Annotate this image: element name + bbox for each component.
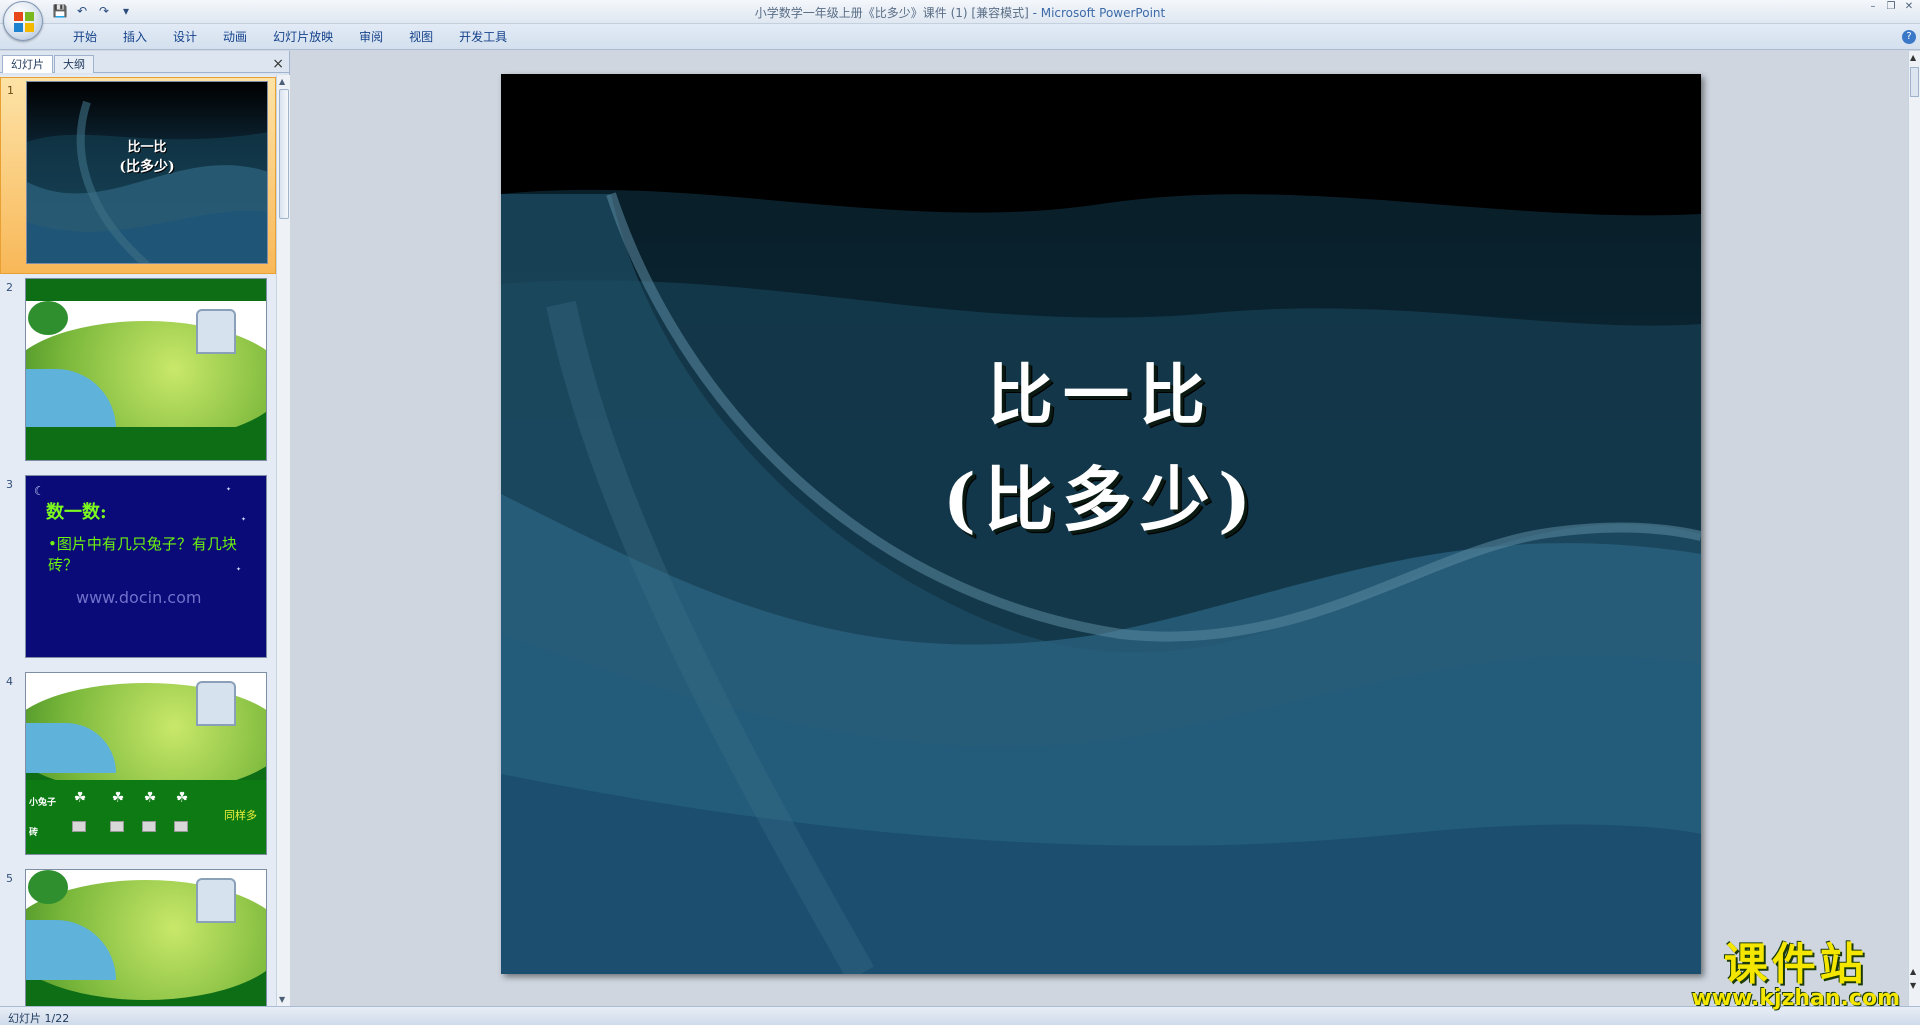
rabbit-icon: ☘ bbox=[111, 790, 125, 806]
restore-icon[interactable]: ❐ bbox=[1884, 1, 1898, 13]
scroll-up-icon[interactable]: ▲ bbox=[1910, 53, 1916, 62]
thumbnail-list: 1 比一比 (比多少) 2 3 ✦ ✦ ✦ ☾ 数一数: •图片中有几只兔子？有… bbox=[0, 75, 276, 1006]
site-watermark-logo: 课件站 www.kjzhan.com bbox=[1691, 928, 1900, 1011]
thumb1-line2: (比多少) bbox=[119, 159, 175, 175]
previous-slide-icon[interactable]: ▲ bbox=[1910, 967, 1916, 976]
scene-tower bbox=[196, 309, 236, 354]
brick-icon bbox=[72, 821, 86, 832]
slide-thumbnail-2[interactable]: 2 bbox=[0, 275, 276, 472]
editor-scrollbar[interactable]: ▲ ▲ ▼ bbox=[1908, 51, 1920, 1006]
tab-insert[interactable]: 插入 bbox=[110, 29, 160, 45]
tab-outline[interactable]: 大纲 bbox=[54, 55, 94, 73]
slide-number: 4 bbox=[6, 675, 13, 688]
slides-pane: 幻灯片 大纲 × 1 比一比 (比多少) 2 3 ✦ ✦ ✦ ☾ 数一数: •图… bbox=[0, 51, 290, 1006]
watermark-url: www.kjzhan.com bbox=[1691, 986, 1900, 1011]
thumbnail-scrollbar[interactable]: ▲ ▼ bbox=[276, 75, 290, 1006]
thumbnail-image: 小兔子 砖 ☘ ☘ ☘ ☘ 同样多 bbox=[25, 672, 267, 855]
title-bar: 💾 ↶ ↷ ▾ 小学数学一年级上册《比多少》课件 (1) [兼容模式] - Mi… bbox=[0, 0, 1920, 24]
slide-number: 3 bbox=[6, 478, 13, 491]
watermark-name: 课件站 bbox=[1723, 939, 1868, 990]
office-button[interactable] bbox=[3, 1, 43, 41]
pane-tabs: 幻灯片 大纲 × bbox=[0, 53, 290, 73]
rabbit-icon: ☘ bbox=[73, 790, 87, 806]
label-brick: 砖 bbox=[29, 828, 39, 838]
rabbit-icon: ☘ bbox=[143, 790, 157, 806]
tab-slides[interactable]: 幻灯片 bbox=[2, 55, 53, 73]
pane-close-icon[interactable]: × bbox=[272, 56, 284, 72]
tab-home[interactable]: 开始 bbox=[60, 29, 110, 45]
ribbon-tabs-bar: 开始 插入 设计 动画 幻灯片放映 审阅 视图 开发工具 ? bbox=[0, 24, 1920, 50]
minimize-icon[interactable]: – bbox=[1866, 1, 1880, 13]
tab-review[interactable]: 审阅 bbox=[346, 29, 396, 45]
star-icon: ✦ bbox=[241, 516, 247, 523]
brick-icon bbox=[142, 821, 156, 832]
scroll-up-icon[interactable]: ▲ bbox=[279, 77, 285, 86]
slide-thumbnail-4[interactable]: 4 小兔子 砖 ☘ ☘ ☘ ☘ 同样多 bbox=[0, 669, 276, 866]
tab-developer[interactable]: 开发工具 bbox=[446, 29, 520, 45]
tab-animations[interactable]: 动画 bbox=[210, 29, 260, 45]
window-controls: – ❐ ✕ bbox=[1866, 1, 1916, 13]
rabbit-icon: ☘ bbox=[175, 790, 189, 806]
thumb1-line1: 比一比 bbox=[127, 140, 167, 155]
next-slide-icon[interactable]: ▼ bbox=[1910, 981, 1916, 990]
scene-tower bbox=[196, 681, 236, 726]
label-rabbit: 小兔子 bbox=[29, 798, 57, 808]
slide-thumbnail-1[interactable]: 1 比一比 (比多少) bbox=[0, 77, 276, 274]
app-name: - Microsoft PowerPoint bbox=[1028, 6, 1166, 20]
office-logo-icon bbox=[14, 12, 34, 32]
slide-thumbnail-3[interactable]: 3 ✦ ✦ ✦ ☾ 数一数: •图片中有几只兔子？有几块砖？ www.docin… bbox=[0, 472, 276, 669]
help-icon[interactable]: ? bbox=[1902, 30, 1916, 44]
slide-title-line2[interactable]: (比多少) bbox=[501, 444, 1701, 545]
status-bar: 幻灯片 1/22 bbox=[0, 1006, 1920, 1025]
moon-icon: ☾ bbox=[34, 484, 45, 498]
slide-number: 2 bbox=[6, 281, 13, 294]
tab-slideshow[interactable]: 幻灯片放映 bbox=[260, 29, 346, 45]
thumb3-body: •图片中有几只兔子？有几块砖？ bbox=[48, 535, 237, 574]
slide-title-line1[interactable]: 比一比 bbox=[501, 342, 1701, 438]
label-same: 同样多 bbox=[224, 809, 257, 822]
tab-design[interactable]: 设计 bbox=[160, 29, 210, 45]
slide-thumbnail-5[interactable]: 5 bbox=[0, 866, 276, 1006]
thumbnail-image: ✦ ✦ ✦ ☾ 数一数: •图片中有几只兔子？有几块砖？ www.docin.c… bbox=[25, 475, 267, 658]
current-slide[interactable]: 比一比 (比多少) bbox=[501, 74, 1701, 974]
thumbnail-image bbox=[25, 278, 267, 461]
slide-number: 5 bbox=[6, 872, 13, 885]
thumbnail-image: 比一比 (比多少) bbox=[26, 81, 268, 264]
scene-tree bbox=[28, 301, 68, 335]
slide-editor: 比一比 (比多少) bbox=[292, 51, 1902, 1006]
slide-number: 1 bbox=[7, 84, 14, 97]
document-title: 小学数学一年级上册《比多少》课件 (1) [兼容模式] bbox=[754, 6, 1029, 20]
brick-icon bbox=[110, 821, 124, 832]
star-icon: ✦ bbox=[226, 486, 232, 493]
thumb3-heading: 数一数: bbox=[46, 502, 107, 523]
thumb3-watermark: www.docin.com bbox=[76, 588, 202, 607]
close-icon[interactable]: ✕ bbox=[1902, 1, 1916, 13]
scene-tower bbox=[196, 878, 236, 923]
thumbnail-image bbox=[25, 869, 267, 1006]
ribbon-tabs: 开始 插入 设计 动画 幻灯片放映 审阅 视图 开发工具 bbox=[60, 29, 520, 45]
brick-icon bbox=[174, 821, 188, 832]
scrollbar-thumb[interactable] bbox=[1910, 67, 1919, 97]
scene-tree bbox=[28, 870, 68, 904]
tab-view[interactable]: 视图 bbox=[396, 29, 446, 45]
scrollbar-thumb[interactable] bbox=[279, 89, 289, 219]
scroll-down-icon[interactable]: ▼ bbox=[279, 995, 285, 1004]
window-title: 小学数学一年级上册《比多少》课件 (1) [兼容模式] - Microsoft … bbox=[0, 4, 1920, 21]
slide-count-status: 幻灯片 1/22 bbox=[8, 1012, 70, 1025]
scene-ground bbox=[26, 427, 266, 460]
